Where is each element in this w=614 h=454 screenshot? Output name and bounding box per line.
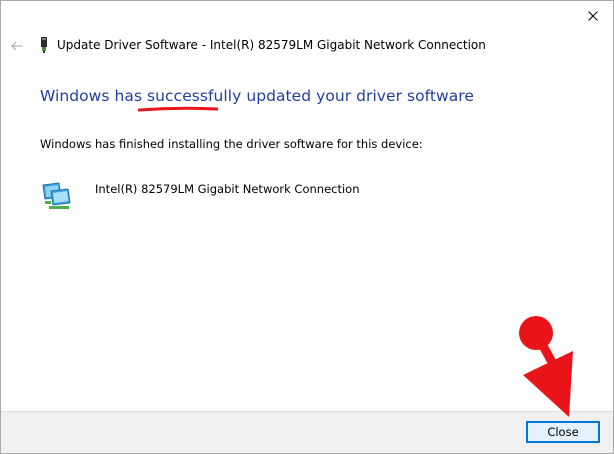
headline-suffix: updated your driver software <box>241 87 474 105</box>
success-headline: Windows has successfully updated your dr… <box>40 87 474 105</box>
window-close-button[interactable] <box>579 5 607 27</box>
close-button[interactable]: Close <box>526 421 600 443</box>
headline-prefix: Windows has <box>40 87 148 105</box>
back-arrow-icon <box>11 41 22 51</box>
red-pointer-annotation <box>519 316 573 417</box>
headline-emphasis: successfully <box>147 87 242 105</box>
update-driver-dialog: Update Driver Software - Intel(R) 82579L… <box>0 0 614 454</box>
dialog-footer: Close <box>1 411 613 453</box>
close-icon <box>588 11 598 21</box>
install-info-text: Windows has finished installing the driv… <box>40 137 423 151</box>
red-underline-annotation <box>138 106 218 112</box>
dialog-title: Update Driver Software - Intel(R) 82579L… <box>57 38 486 52</box>
driver-device-icon <box>41 37 47 53</box>
dialog-title-row: Update Driver Software - Intel(R) 82579L… <box>39 37 486 53</box>
device-list-item: Intel(R) 82579LM Gigabit Network Connect… <box>41 181 360 211</box>
back-button[interactable] <box>9 38 25 54</box>
network-adapter-icon <box>42 182 71 209</box>
device-name: Intel(R) 82579LM Gigabit Network Connect… <box>95 182 360 196</box>
